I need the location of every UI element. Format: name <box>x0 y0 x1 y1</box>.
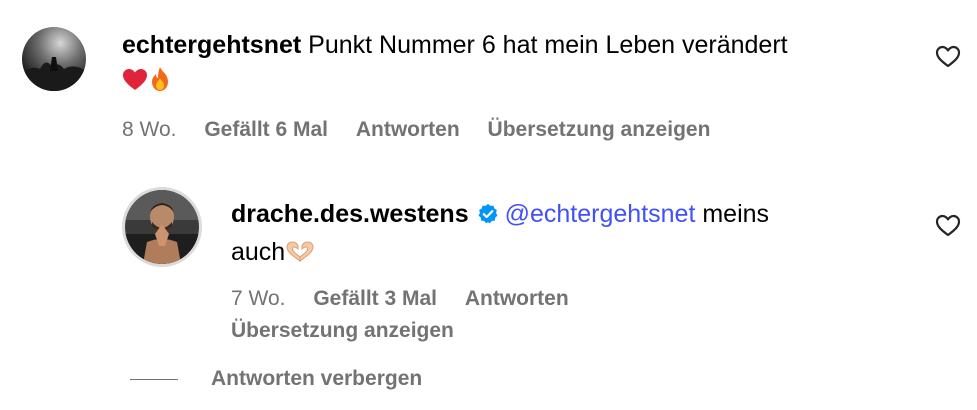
reply-button[interactable]: Antworten <box>356 118 460 141</box>
reply-time[interactable]: 7 Wo. <box>231 287 285 310</box>
comment-likes[interactable]: Gefällt 6 Mal <box>204 118 328 141</box>
comment-time[interactable]: 8 Wo. <box>122 118 176 141</box>
comment-meta: 8 Wo. Gefällt 6 Mal Antworten Übersetzun… <box>122 118 732 142</box>
heart-emoji <box>122 67 148 102</box>
reply-translate-button[interactable]: Übersetzung anzeigen <box>231 319 454 342</box>
heart-hands-emoji <box>285 239 315 274</box>
reply-body: drache.des.westens @echtergehtsnet meins … <box>231 197 891 274</box>
comment-text: Punkt Nummer 6 hat mein Leben verändert <box>308 31 788 59</box>
reply-username[interactable]: drache.des.westens <box>231 200 469 228</box>
like-heart-icon[interactable] <box>935 45 961 69</box>
reply-reply-button[interactable]: Antworten <box>465 287 569 310</box>
avatar[interactable] <box>122 187 202 267</box>
reply-translate-row: Übersetzung anzeigen <box>231 319 476 343</box>
reply-mention[interactable]: @echtergehtsnet <box>505 200 696 228</box>
like-heart-icon[interactable] <box>935 214 961 238</box>
reply-text-part1: meins <box>702 200 770 228</box>
reply-meta: 7 Wo. Gefällt 3 Mal Antworten <box>231 287 591 311</box>
reply-text-part2: auch <box>231 238 286 266</box>
fire-emoji <box>148 66 172 102</box>
avatar[interactable] <box>22 27 86 91</box>
hide-replies-line <box>130 379 178 380</box>
hide-replies-label[interactable]: Antworten verbergen <box>211 367 422 390</box>
verified-badge-icon <box>477 200 499 235</box>
reply-likes[interactable]: Gefällt 3 Mal <box>313 287 437 310</box>
comment-username[interactable]: echtergehtsnet <box>122 31 301 59</box>
translate-button[interactable]: Übersetzung anzeigen <box>488 118 711 141</box>
hide-replies-button[interactable]: Antworten verbergen <box>211 367 444 391</box>
comment-body: echtergehtsnet Punkt Nummer 6 hat mein L… <box>122 28 902 102</box>
